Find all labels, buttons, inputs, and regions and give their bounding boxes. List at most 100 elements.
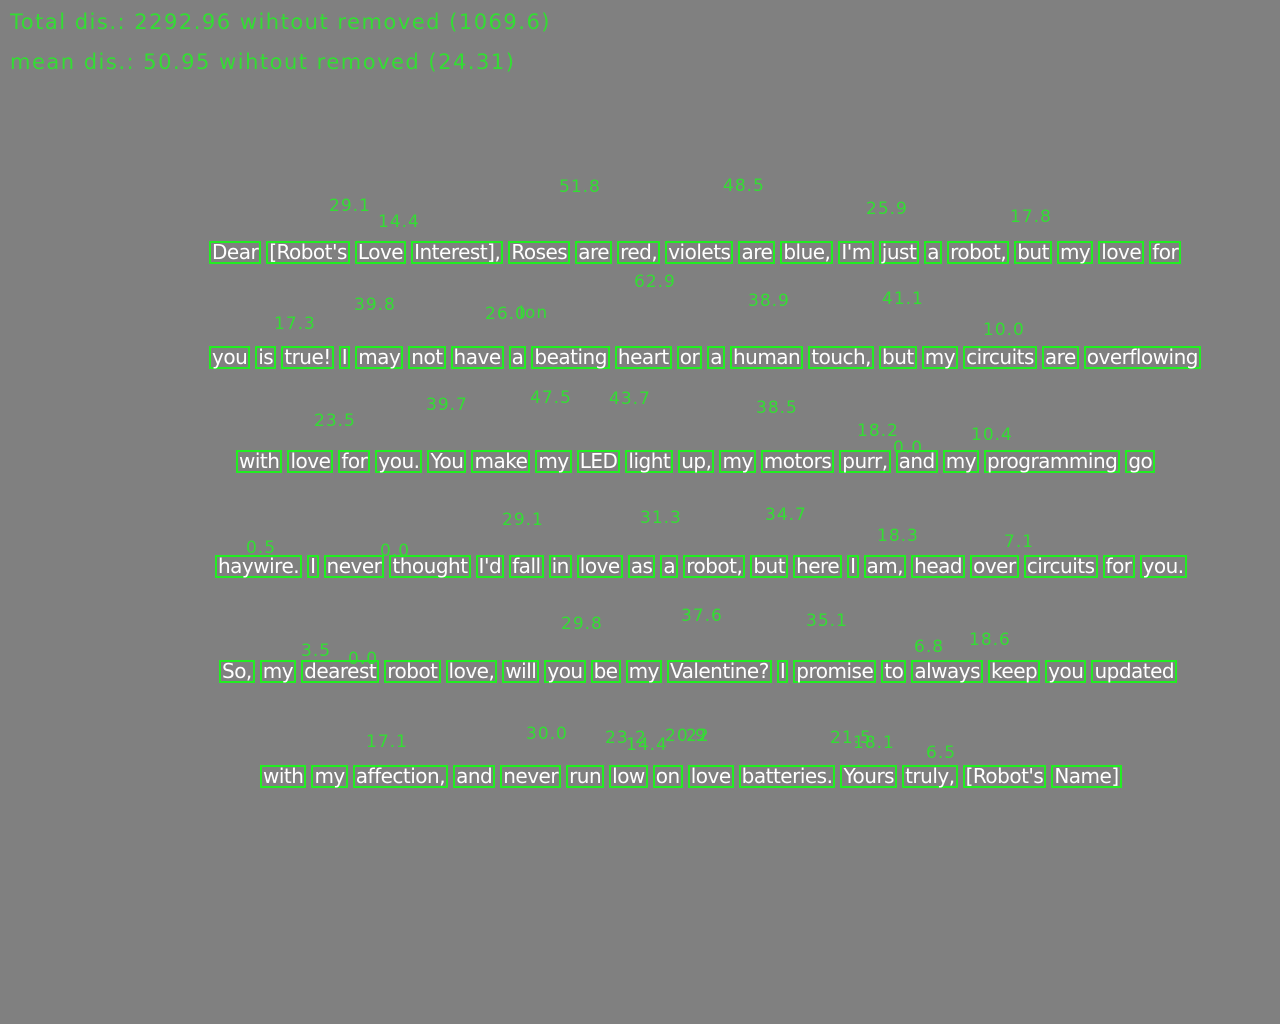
word-box: to [881,660,907,683]
distance-label: 51.8 [559,177,601,197]
word-box: never [323,555,385,578]
distance-label: 6.5 [926,743,957,763]
word-box: I [847,555,859,578]
word-box: but [750,555,789,578]
word-box: I [307,555,319,578]
word-box: be [590,660,621,683]
word-box: make [471,450,531,473]
word-box: [Robot's [266,241,350,264]
word-box: love [1098,241,1145,264]
word-box: love [687,765,734,788]
distance-label: 22 [686,726,710,746]
word-box: low [609,765,648,788]
word-box: for [1102,555,1135,578]
word-box: LED [576,450,621,473]
word-box: am, [863,555,907,578]
distance-label: 35.1 [806,611,848,631]
text-line: haywire. Inever thought I'd fall in love as a rob… [215,555,1187,578]
word-box: are [738,241,776,264]
distance-label: 10.0 [983,320,1025,340]
word-box: keep [988,660,1041,683]
word-box: or [676,346,703,369]
distance-label: 14.4 [378,212,420,232]
word-box: touch, [808,346,875,369]
word-box: as [627,555,656,578]
word-box: promise [793,660,877,683]
word-box: for [338,450,371,473]
word-box: is [255,346,277,369]
word-box: overflowing [1083,346,1201,369]
word-box: my [535,450,572,473]
word-box: batteries. [738,765,836,788]
word-box: I [338,346,351,369]
word-box: a [508,346,527,369]
word-box: my [259,660,297,683]
distance-label: 62.9 [634,272,676,292]
word-box: Interest], [411,241,504,264]
word-box: love [576,555,623,578]
word-box: up, [678,450,715,473]
word-box: but [1014,241,1052,264]
word-box: over [970,555,1019,578]
word-box: purr, [839,450,891,473]
word-box: Yours [840,765,898,788]
word-box: with [236,450,283,473]
word-box: Dear [209,241,262,264]
word-box: a [707,346,725,369]
word-box: my [311,765,348,788]
word-box: circuits [1023,555,1098,578]
word-box: haywire. [215,555,303,578]
distance-label: Ion [519,303,549,323]
distance-label: 41.1 [882,289,924,309]
distance-label: 38.9 [748,291,790,311]
distance-label: 48.5 [723,176,765,196]
distance-label: 7.1 [1004,532,1035,552]
distance-label: 3.5 [301,641,332,661]
word-box: updated [1091,660,1178,683]
word-box: you [1045,660,1087,683]
word-box: Roses [508,241,571,264]
distance-label: 0.0 [380,541,411,561]
word-box: just [878,241,920,264]
distance-label: 17.1 [366,732,408,752]
word-box: [Robot's [962,765,1047,788]
word-box: beating [531,346,610,369]
word-box: blue, [780,241,834,264]
word-box: affection, [352,765,449,788]
word-box: here [793,555,843,578]
text-line: with love for you. You make my LED light up, my mot… [236,450,1156,473]
distance-label: 0.5 [246,538,277,558]
word-box: will [502,660,540,683]
distance-label: 30.0 [526,724,568,744]
distance-label: 14.4 [626,735,668,755]
distance-label: 0.0 [348,649,379,669]
word-box: always [911,660,984,683]
distance-label: 17.3 [274,314,316,334]
word-box: love [287,450,334,473]
word-box: my [719,450,756,473]
text-line: Dear [Robot's Love Interest], Roses are red, vi… [209,241,1182,264]
word-box: red, [617,241,661,264]
word-box: robot [384,660,441,683]
word-box: light [625,450,674,473]
word-box: a [660,555,679,578]
word-box: are [575,241,613,264]
word-box: Valentine? [666,660,772,683]
word-box: circuits [963,346,1037,369]
distance-label: 17.8 [1010,207,1052,227]
word-box: may [355,346,404,369]
word-box: I'd [475,555,505,578]
word-box: love, [445,660,498,683]
word-box: you. [375,450,423,473]
word-box: you [209,346,251,369]
distance-label: 29.1 [329,196,371,216]
word-box: Love [354,241,407,264]
distance-label: 18.1 [853,733,895,753]
mean-distance-stat: mean dis.: 50.95 wihtout removed (24.31) [10,50,516,74]
word-box: programming [984,450,1121,473]
word-box: I'm [838,241,874,264]
word-box: my [921,346,959,369]
word-box: not [408,346,446,369]
distance-label: 0.0 [893,438,924,458]
word-box: I [776,660,789,683]
